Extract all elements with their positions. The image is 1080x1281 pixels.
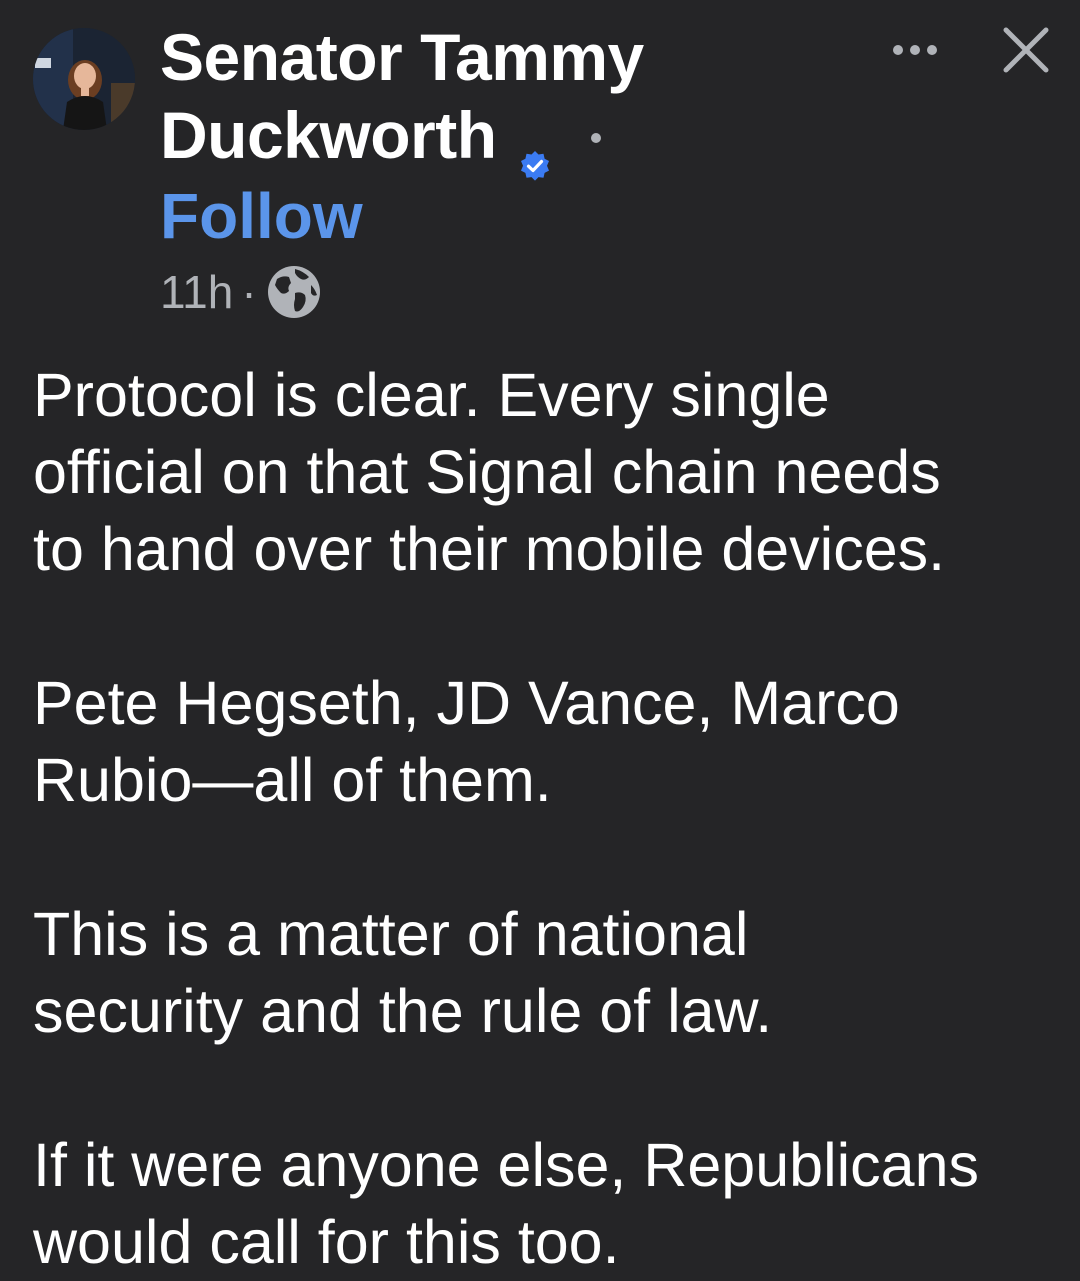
post-line: Protocol is clear. Every single	[33, 361, 830, 429]
follow-button[interactable]: Follow	[160, 178, 363, 254]
author-block: Senator Tammy Duckworth Follow 11h ·	[160, 18, 860, 322]
post-header: Senator Tammy Duckworth Follow 11h ·	[0, 0, 1080, 340]
close-icon	[1003, 27, 1049, 73]
post-paragraph-2: Pete Hegseth, JD Vance, Marco Rubio—all …	[33, 665, 1063, 819]
post-line: official on that Signal chain needs	[33, 438, 941, 506]
post-line: Pete Hegseth, JD Vance, Marco	[33, 669, 900, 737]
more-options-icon	[893, 45, 937, 55]
author-name-line-2: Duckworth	[160, 98, 497, 172]
post-timestamp[interactable]: 11h	[160, 265, 233, 319]
post-paragraph-1: Protocol is clear. Every single official…	[33, 357, 1063, 588]
verified-badge-icon	[519, 120, 551, 181]
post-line: security and the rule of law.	[33, 977, 773, 1045]
post-line: to hand over their mobile devices.	[33, 515, 946, 583]
meta-separator: ·	[241, 266, 257, 318]
globe-icon[interactable]	[265, 263, 323, 321]
close-button[interactable]	[998, 22, 1054, 78]
post-line: Rubio—all of them.	[33, 746, 552, 814]
post-meta: 11h ·	[160, 262, 860, 322]
author-name-line-2-row: Duckworth	[160, 96, 860, 181]
more-options-button[interactable]	[880, 30, 950, 70]
post-line: would call for this too.	[33, 1208, 620, 1276]
avatar-photo	[33, 28, 135, 130]
post-body: Protocol is clear. Every single official…	[33, 357, 1063, 1281]
author-name[interactable]: Senator Tammy Duckworth	[160, 18, 860, 181]
post-line: This is a matter of national	[33, 900, 749, 968]
post-line: If it were anyone else, Republicans	[33, 1131, 980, 1199]
author-name-line-1: Senator Tammy	[160, 20, 644, 94]
avatar[interactable]	[33, 28, 135, 130]
post-paragraph-4: If it were anyone else, Republicans woul…	[33, 1127, 1063, 1281]
post-paragraph-3: This is a matter of national security an…	[33, 896, 1063, 1050]
separator-dot	[590, 132, 601, 143]
